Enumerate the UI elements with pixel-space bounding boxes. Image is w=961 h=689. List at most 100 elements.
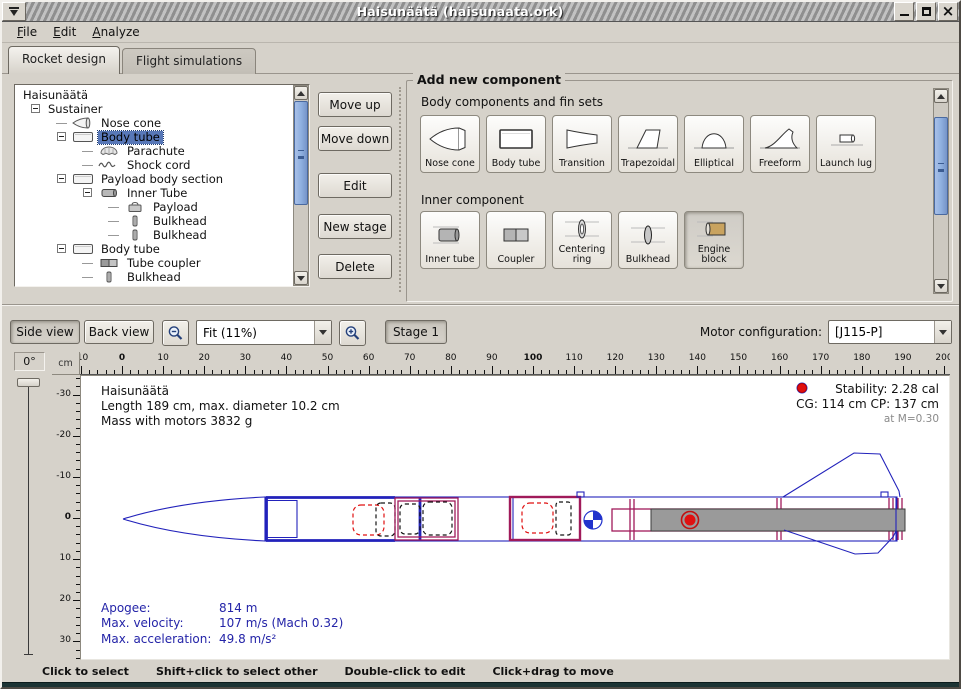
nose-cone-shoulder[interactable] [265, 501, 297, 538]
stability-value: Stability: 2.28 cal [796, 382, 939, 397]
menu-item-analyze[interactable]: Analyze [85, 23, 146, 41]
tree-item-label: Body tube [98, 131, 163, 144]
component-button-label: Transition [559, 159, 605, 169]
move-down-button[interactable]: Move down [318, 126, 392, 151]
freeform-icon [757, 123, 803, 155]
tree-item-inner-tube[interactable]: Inner Tube [16, 186, 292, 200]
tree-scrollbar[interactable] [293, 85, 309, 286]
fin-bottom-outline[interactable] [784, 530, 896, 554]
expander-minus-icon[interactable] [30, 104, 43, 115]
zoom-level-select[interactable]: Fit (11%) [196, 320, 332, 345]
tab-bar: Rocket designFlight simulations [2, 43, 959, 74]
add-coupler-button[interactable]: Coupler [486, 211, 546, 269]
bulkhead2-outline[interactable] [556, 502, 571, 535]
close-button[interactable]: × [938, 2, 958, 21]
expander-minus-icon[interactable] [56, 174, 69, 185]
inner-tube-outline-inner [398, 501, 455, 537]
add-centering-ring-button[interactable]: Centering ring [552, 211, 612, 269]
launch-lug[interactable] [881, 492, 888, 497]
expander-minus-icon[interactable] [56, 132, 69, 143]
delete-button[interactable]: Delete [318, 254, 392, 279]
parachute2-outline[interactable] [522, 503, 553, 533]
component-button-label: Launch lug [820, 159, 872, 169]
scroll-up-icon[interactable] [294, 86, 308, 100]
add-engine-block-button[interactable]: Engine block [684, 211, 744, 269]
tree-item-label: Nose cone [98, 117, 164, 130]
minimize-button[interactable] [894, 2, 914, 21]
maximize-button[interactable] [916, 2, 936, 21]
expander-minus-icon[interactable] [82, 188, 95, 199]
centering-ring[interactable] [630, 499, 634, 540]
bulkhead-outline[interactable] [423, 502, 452, 535]
add-inner-tube-button[interactable]: Inner tube [420, 211, 480, 269]
tree-item-parachute[interactable]: Parachute [16, 144, 292, 158]
bulkheadlg-icon [625, 219, 671, 251]
tree-item-sustainer[interactable]: Sustainer [16, 102, 292, 116]
fin-top-outline[interactable] [783, 453, 900, 497]
zoom-in-button[interactable] [339, 320, 366, 346]
component-button-label: Engine block [686, 245, 742, 265]
stage-1-toggle[interactable]: Stage 1 [385, 320, 447, 344]
status-bar: Click to selectShift+click to select oth… [2, 660, 959, 682]
edit-button[interactable]: Edit [318, 173, 392, 198]
tree-item-shock-cord[interactable]: Shock cord [16, 158, 292, 172]
innertube-icon [97, 187, 121, 199]
window-bottom-edge [2, 682, 959, 687]
scroll-down-icon[interactable] [294, 271, 308, 285]
add-body-tube-button[interactable]: Body tube [486, 115, 546, 173]
add-transition-button[interactable]: Transition [552, 115, 612, 173]
add-trapezoidal-button[interactable]: Trapezoidal [618, 115, 678, 173]
add-bulkhead-button[interactable]: Bulkhead [618, 211, 678, 269]
scroll-up-icon[interactable] [934, 89, 948, 103]
tree-item-body-tube[interactable]: Body tube [16, 242, 292, 256]
bulkhead-icon [123, 215, 147, 227]
component-panel-scrollbar[interactable] [933, 88, 949, 294]
tree-item-nose-cone[interactable]: Nose cone [16, 116, 292, 130]
add-nose-cone-button[interactable]: Nose cone [420, 115, 480, 173]
payload-outline[interactable] [400, 504, 420, 534]
new-stage-button[interactable]: New stage [318, 214, 392, 239]
parachute-outline[interactable] [353, 505, 384, 535]
window-title: Haisunäätä (haisunaata.ork) [26, 2, 894, 21]
tree-item-label: Payload body section [98, 173, 226, 186]
menu-item-file[interactable]: File [10, 23, 44, 41]
tree-item-body-tube[interactable]: Body tube [16, 130, 292, 144]
window-menu-icon[interactable] [2, 2, 26, 21]
bodytube-icon [71, 173, 95, 185]
back-view-button[interactable]: Back view [84, 320, 154, 344]
tree-connector [108, 202, 121, 213]
inner-tube-outline[interactable] [395, 498, 458, 540]
rotation-slider-handle[interactable] [17, 378, 40, 387]
bulkhead-icon [97, 271, 121, 283]
tab-rocket-design[interactable]: Rocket design [8, 46, 120, 74]
centeringring-icon [559, 213, 605, 245]
tree-item-bulkhead[interactable]: Bulkhead [16, 214, 292, 228]
add-freeform-button[interactable]: Freeform [750, 115, 810, 173]
shock-cord-outline[interactable] [376, 503, 395, 536]
tree-item-payload-body-section[interactable]: Payload body section [16, 172, 292, 186]
move-up-button[interactable]: Move up [318, 92, 392, 117]
selected-body-tube[interactable] [266, 497, 420, 541]
tree-item-tube-coupler[interactable]: Tube coupler [16, 256, 292, 270]
panel-splitter[interactable] [399, 87, 401, 292]
scroll-down-icon[interactable] [934, 279, 948, 293]
tree-item-bulkhead[interactable]: Bulkhead [16, 228, 292, 242]
tree-item-bulkhead[interactable]: Bulkhead [16, 270, 292, 284]
component-scrollbar-thumb[interactable] [934, 117, 948, 215]
side-view-button[interactable]: Side view [10, 320, 80, 344]
tree-item-haisunäätä[interactable]: Haisunäätä [16, 88, 292, 102]
tree-connector [56, 118, 69, 129]
tree-item-payload[interactable]: Payload [16, 200, 292, 214]
elliptical-icon [691, 123, 737, 155]
tree-scrollbar-thumb[interactable] [294, 101, 308, 205]
zoom-out-button[interactable] [162, 320, 189, 346]
tab-flight-simulations[interactable]: Flight simulations [122, 48, 256, 74]
expander-minus-icon[interactable] [56, 244, 69, 255]
nose-cone-outline[interactable] [123, 497, 265, 541]
rotation-slider-track[interactable] [28, 381, 29, 655]
add-elliptical-button[interactable]: Elliptical [684, 115, 744, 173]
rocket-canvas[interactable]: HaisunäätäLength 189 cm, max. diameter 1… [80, 375, 950, 660]
motor-configuration-select[interactable]: [J115-P] [828, 320, 952, 344]
menu-item-edit[interactable]: Edit [46, 23, 83, 41]
add-launch-lug-button[interactable]: Launch lug [816, 115, 876, 173]
